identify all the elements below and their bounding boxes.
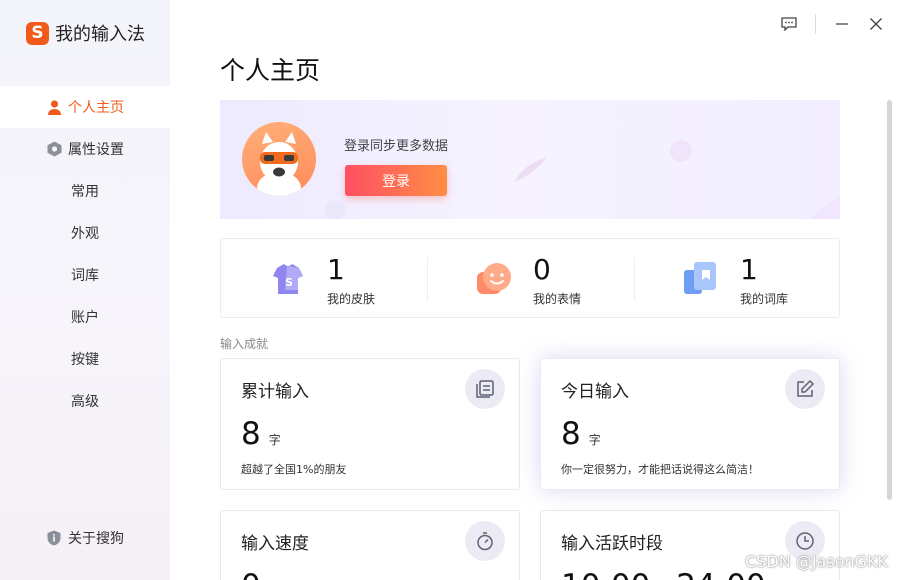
feedback-button[interactable] — [778, 13, 800, 35]
card-value-row: 8字 — [241, 416, 281, 452]
sidebar-item-lexicon[interactable]: 词库 — [0, 254, 170, 296]
sidebar-item-keys[interactable]: 按键 — [0, 338, 170, 380]
card-title: 输入活跃时段 — [561, 534, 663, 554]
edit-pencil-icon — [797, 379, 815, 397]
sidebar-item-label: 账户 — [71, 310, 99, 326]
card-title: 累计输入 — [241, 382, 309, 402]
minimize-button[interactable] — [831, 13, 853, 35]
stat-label: 我的词库 — [740, 292, 789, 306]
card-icon — [785, 369, 825, 409]
svg-text:S: S — [285, 276, 293, 289]
sidebar-item-appearance[interactable]: 外观 — [0, 212, 170, 254]
chat-bubble-icon — [781, 17, 797, 31]
stat-lexicons[interactable]: 1 我的词库 — [634, 239, 839, 319]
bubble-decoration — [670, 140, 692, 162]
watermark: CSDN @JasonGKK — [745, 552, 888, 571]
close-button[interactable] — [865, 13, 887, 35]
avatar[interactable] — [242, 122, 316, 196]
lexicon-book-icon — [684, 262, 716, 294]
sidebar-item-profile[interactable]: 个人主页 — [0, 86, 170, 128]
card-title: 输入速度 — [241, 534, 309, 554]
stat-label: 我的表情 — [533, 292, 582, 306]
planet-decoration — [758, 166, 840, 219]
sogou-logo-icon: S — [26, 21, 49, 45]
sidebar-item-account[interactable]: 账户 — [0, 296, 170, 338]
shield-info-icon — [46, 530, 62, 546]
card-icon — [465, 521, 505, 561]
card-description: 你一定很努力，才能把话说得这么简洁！ — [561, 463, 759, 476]
document-stack-icon — [476, 380, 494, 398]
card-value-row: 8字 — [561, 416, 601, 452]
app-name: 我的输入法 — [55, 24, 145, 45]
minimize-icon — [836, 23, 848, 25]
stat-skins[interactable]: S 1 我的皮肤 — [221, 239, 427, 319]
sidebar-item-label: 属性设置 — [68, 142, 124, 158]
card-total-input: 累计输入 8字 超越了全国1%的朋友 — [220, 358, 520, 490]
card-input-speed: 输入速度 0 — [220, 510, 520, 580]
stat-value: 0 — [533, 253, 551, 286]
hexagon-gear-icon — [46, 141, 62, 157]
emoticon-face-icon — [477, 263, 511, 294]
sidebar-item-label: 个人主页 — [68, 100, 124, 116]
card-value: 0 — [241, 568, 261, 580]
sidebar: S 我的输入法 个人主页 属性设置 常用 外观 词库 账户 按键 高级 关于搜狗 — [0, 0, 170, 580]
about-label: 关于搜狗 — [68, 531, 124, 547]
sidebar-item-label: 高级 — [71, 394, 99, 410]
close-icon — [870, 18, 882, 30]
sidebar-item-properties[interactable]: 属性设置 — [0, 128, 170, 170]
page-title: 个人主页 — [220, 56, 321, 85]
feather-decoration-icon — [514, 158, 546, 182]
card-value: 8 — [561, 416, 581, 452]
sidebar-item-label: 外观 — [71, 226, 99, 242]
bubble-decoration — [325, 200, 345, 219]
skin-tshirt-icon: S — [273, 264, 303, 294]
stat-value: 1 — [327, 253, 345, 286]
card-icon — [465, 369, 505, 409]
card-today-input: 今日输入 8字 你一定很努力，才能把话说得这么简洁！ — [540, 358, 840, 490]
card-unit: 字 — [268, 433, 281, 447]
brand: S 我的输入法 — [26, 20, 145, 46]
card-description: 超越了全国1%的朋友 — [241, 463, 347, 476]
login-button[interactable]: 登录 — [345, 165, 447, 196]
stats-panel: S 1 我的皮肤 0 我的表情 1 我的词库 — [220, 238, 840, 318]
sidebar-item-label: 按键 — [71, 352, 99, 368]
stat-value: 1 — [740, 253, 758, 286]
mascot-avatar-icon — [257, 132, 301, 196]
sidebar-item-label: 常用 — [71, 184, 99, 200]
card-value: 8 — [241, 416, 261, 452]
stopwatch-icon — [477, 532, 493, 551]
login-banner: 登录同步更多数据 登录 — [220, 100, 840, 219]
scrollbar[interactable] — [887, 100, 892, 500]
login-hint: 登录同步更多数据 — [344, 139, 449, 154]
card-value: 10:00~24:00 — [561, 568, 766, 580]
sidebar-item-label: 词库 — [71, 268, 99, 284]
card-title: 今日输入 — [561, 382, 629, 402]
about-button[interactable]: 关于搜狗 — [46, 528, 124, 548]
achievements-label: 输入成就 — [220, 337, 269, 351]
sidebar-item-advanced[interactable]: 高级 — [0, 380, 170, 422]
clock-icon — [796, 532, 814, 550]
user-icon — [46, 99, 62, 115]
stat-label: 我的皮肤 — [327, 292, 376, 306]
window-controls-divider — [815, 14, 816, 34]
stat-emoticons[interactable]: 0 我的表情 — [427, 239, 634, 319]
sidebar-item-common[interactable]: 常用 — [0, 170, 170, 212]
card-unit: 字 — [588, 433, 601, 447]
